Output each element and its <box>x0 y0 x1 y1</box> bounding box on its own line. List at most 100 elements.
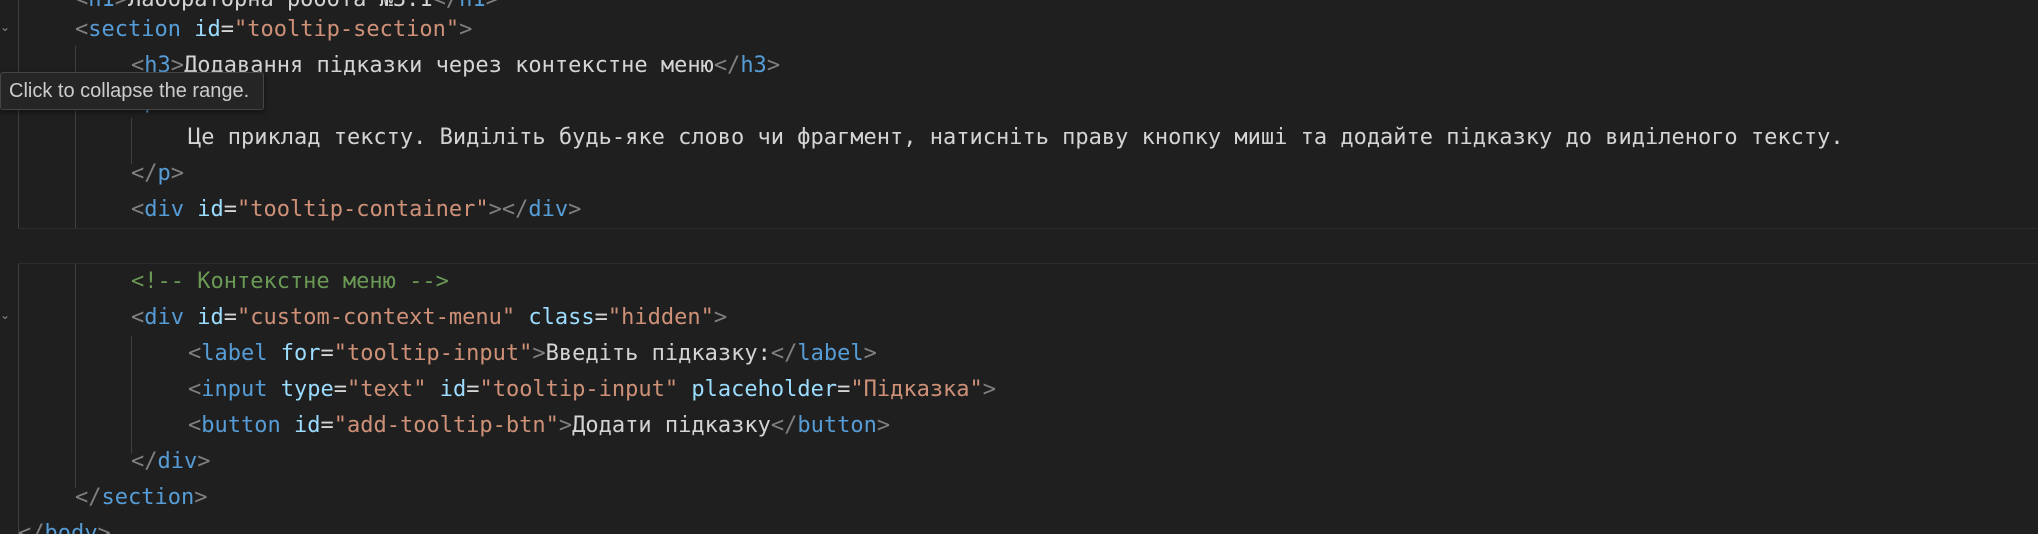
tag-name: h3 <box>740 53 767 78</box>
code-text: </p> <box>131 156 184 192</box>
code-text: </section> <box>75 480 207 516</box>
attribute-name: id <box>280 413 321 438</box>
text-content: Це приклад тексту. Виділіть будь-яке сло… <box>188 125 1844 150</box>
code-line[interactable]: <button id="add-tooltip-btn">Додати підк… <box>0 408 2038 444</box>
equals-sign: = <box>320 413 334 438</box>
tag-bracket: > <box>532 341 546 366</box>
tag-bracket: > <box>97 521 111 534</box>
attribute-value: "text" <box>346 377 427 402</box>
code-text: <button id="add-tooltip-btn">Додати підк… <box>188 408 890 444</box>
tag-name: button <box>797 413 877 438</box>
tag-bracket: > <box>170 161 184 186</box>
code-line[interactable]: <h3>Додавання підказки через контекстне … <box>0 48 2038 84</box>
equals-sign: = <box>320 341 334 366</box>
attribute-value: "hidden" <box>607 305 714 330</box>
attribute-name: id <box>426 377 467 402</box>
tag-bracket: </ <box>75 485 102 510</box>
tag-bracket: </ <box>433 0 460 12</box>
tag-name: button <box>201 413 281 438</box>
tag-name: label <box>797 341 864 366</box>
attribute-name: class <box>515 305 595 330</box>
tag-bracket: < <box>188 377 202 402</box>
tag-name: h1 <box>88 0 115 12</box>
equals-sign: = <box>223 305 237 330</box>
tag-name: div <box>144 197 184 222</box>
code-text: </div> <box>131 444 211 480</box>
tag-bracket: </ <box>770 413 798 438</box>
attribute-name: placeholder <box>678 377 838 402</box>
tag-name: div <box>528 197 569 222</box>
tag-bracket: > <box>194 485 208 510</box>
tag-name: div <box>157 449 198 474</box>
code-line[interactable]: </body> <box>0 516 2038 534</box>
tag-bracket: > <box>863 341 877 366</box>
attribute-value: "tooltip-section" <box>233 17 460 42</box>
tag-bracket: > <box>876 413 891 438</box>
attribute-value: "tooltip-input" <box>479 377 679 402</box>
hover-tooltip: Click to collapse the range. <box>0 72 265 110</box>
text-content: Лабораторна робота №3.1 <box>128 0 433 12</box>
tag-bracket: </ <box>713 53 741 78</box>
tag-name: div <box>144 305 184 330</box>
tag-name: h1 <box>459 0 486 12</box>
code-editor[interactable]: ⌄ ⌄ <h1>Лабораторна робота №3.1</h1> <se… <box>0 0 2038 534</box>
tag-bracket: > <box>713 305 728 330</box>
attribute-value: "add-tooltip-btn" <box>333 413 559 438</box>
comment: <!-- Контекстне меню --> <box>131 269 449 294</box>
code-line[interactable]: <div id="tooltip-container"></div> <box>0 192 2038 228</box>
tag-bracket: > <box>115 0 128 12</box>
code-line[interactable]: <section id="tooltip-section"> <box>0 12 2038 48</box>
tag-name: p <box>157 161 171 186</box>
tag-bracket: </ <box>18 521 45 534</box>
tag-name: body <box>44 521 98 534</box>
equals-sign: = <box>220 17 234 42</box>
code-text: <div id="custom-context-menu" class="hid… <box>131 300 727 336</box>
tag-bracket: < <box>188 413 202 438</box>
attribute-name: id <box>180 17 221 42</box>
code-text: </body> <box>18 516 111 534</box>
tag-name: section <box>101 485 195 510</box>
tag-bracket: </ <box>501 197 529 222</box>
code-line[interactable]: <p> <box>0 84 2038 120</box>
tag-bracket: < <box>131 197 145 222</box>
tag-bracket: </ <box>770 341 798 366</box>
code-line[interactable]: <label for="tooltip-input">Введіть підка… <box>0 336 2038 372</box>
code-line[interactable]: <div id="custom-context-menu" class="hid… <box>0 300 2038 336</box>
tag-bracket: > <box>459 17 473 42</box>
tag-bracket: < <box>75 17 89 42</box>
code-line[interactable]: </p> <box>0 156 2038 192</box>
text-content: Додати підказку <box>572 413 771 438</box>
code-line[interactable]: <input type="text" id="tooltip-input" pl… <box>0 372 2038 408</box>
tag-bracket: < <box>131 305 145 330</box>
equals-sign: = <box>837 377 851 402</box>
tag-bracket: > <box>488 197 502 222</box>
code-line[interactable]: Це приклад тексту. Виділіть будь-яке сло… <box>0 120 2038 156</box>
attribute-name: type <box>267 377 334 402</box>
tag-bracket: </ <box>131 161 158 186</box>
code-line[interactable]: </section> <box>0 480 2038 516</box>
code-text: <div id="tooltip-container"></div> <box>131 192 581 228</box>
current-line[interactable] <box>18 228 2038 264</box>
code-line[interactable]: </div> <box>0 444 2038 480</box>
code-line[interactable]: <!-- Контекстне меню --> <box>0 264 2038 300</box>
equals-sign: = <box>223 197 237 222</box>
attribute-value: "tooltip-input" <box>333 341 533 366</box>
text-content: Введіть підказку: <box>545 341 771 366</box>
tag-bracket: > <box>558 413 573 438</box>
equals-sign: = <box>466 377 480 402</box>
attribute-name: for <box>267 341 321 366</box>
attribute-name: id <box>184 197 224 222</box>
attribute-value: "Підказка" <box>850 377 983 402</box>
tag-name: section <box>88 17 181 42</box>
tag-name: label <box>201 341 268 366</box>
code-text: <section id="tooltip-section"> <box>75 12 472 48</box>
attribute-value: "tooltip-container" <box>237 197 489 222</box>
tag-bracket: > <box>766 53 781 78</box>
tag-bracket: < <box>75 0 88 12</box>
code-text: <input type="text" id="tooltip-input" pl… <box>188 372 996 408</box>
tag-bracket: > <box>486 0 499 12</box>
attribute-name: id <box>184 305 224 330</box>
code-text: <label for="tooltip-input">Введіть підка… <box>188 336 877 372</box>
tag-bracket: > <box>568 197 582 222</box>
equals-sign: = <box>333 377 347 402</box>
